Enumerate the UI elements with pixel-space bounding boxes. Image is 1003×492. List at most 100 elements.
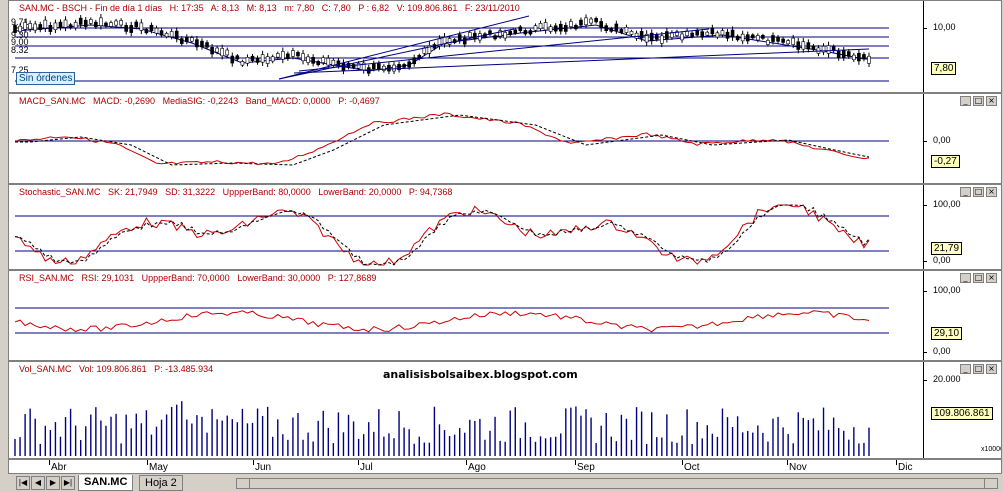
- current-price-badge: 7,80: [931, 62, 957, 75]
- candle-body: [594, 18, 598, 23]
- candle-body: [846, 51, 851, 57]
- pane-window-buttons: _ □ ×: [960, 364, 997, 374]
- axis-separator: [923, 362, 924, 458]
- maximize-icon[interactable]: □: [973, 96, 984, 106]
- candle-body: [114, 20, 118, 26]
- candle-body: [73, 22, 78, 29]
- minimize-icon[interactable]: _: [960, 187, 971, 197]
- scroll-right-icon[interactable]: [984, 478, 998, 489]
- prev-sheet-icon[interactable]: ◀: [31, 476, 45, 490]
- candle-body: [58, 21, 63, 28]
- minimize-icon[interactable]: _: [960, 96, 971, 106]
- close-icon[interactable]: ×: [986, 273, 997, 283]
- candle-body: [841, 50, 846, 58]
- candle-body: [705, 31, 710, 36]
- candle-body: [210, 47, 214, 55]
- tab-hoja-2[interactable]: Hoja 2: [139, 475, 183, 491]
- candle-body: [311, 57, 315, 64]
- candle-body: [735, 35, 740, 41]
- candle-body: [220, 48, 224, 57]
- candle-body: [23, 22, 27, 30]
- candle-body: [250, 55, 255, 61]
- candle-body: [852, 54, 856, 61]
- maximize-icon[interactable]: □: [973, 187, 984, 197]
- close-icon[interactable]: ×: [986, 96, 997, 106]
- candle-body: [589, 18, 593, 24]
- rsi-chart[interactable]: [9, 271, 923, 361]
- close-icon[interactable]: ×: [986, 364, 997, 374]
- candle-body: [599, 21, 603, 29]
- stochastic-chart[interactable]: [9, 185, 923, 270]
- minimize-icon[interactable]: _: [960, 273, 971, 283]
- price-pane[interactable]: SAN.MC - BSCH - Fin de día 1 días H: 17:…: [8, 0, 1002, 93]
- candle-body: [144, 29, 149, 34]
- candle-body: [63, 19, 68, 28]
- candle-body: [614, 23, 619, 31]
- candle-body: [629, 31, 634, 35]
- axis-separator: [923, 94, 924, 183]
- candle-body: [513, 29, 518, 34]
- macd-line: [14, 112, 870, 166]
- month-tick: [358, 460, 359, 465]
- candle-body: [200, 40, 204, 48]
- maximize-icon[interactable]: □: [973, 364, 984, 374]
- candle-body: [174, 30, 179, 39]
- axis-tick: [923, 380, 927, 381]
- candle-body: [700, 31, 705, 38]
- candle-body: [119, 20, 123, 26]
- candle-body: [624, 27, 629, 33]
- candle-body: [806, 42, 811, 50]
- candle-body: [801, 41, 806, 50]
- candle-body: [28, 23, 32, 30]
- next-sheet-icon[interactable]: ▶: [46, 476, 60, 490]
- candle-body: [185, 36, 189, 43]
- close-icon[interactable]: ×: [986, 187, 997, 197]
- pane-window-buttons: _ □ ×: [960, 273, 997, 283]
- first-sheet-icon[interactable]: |◀: [16, 476, 30, 490]
- current-macd-badge: -0,27: [931, 155, 960, 168]
- candle-body: [179, 38, 184, 44]
- scroll-left-icon[interactable]: [236, 478, 250, 489]
- candle-body: [83, 19, 88, 27]
- candle-body: [48, 25, 53, 32]
- current-stoch-badge: 21,79: [931, 242, 963, 255]
- axis-tick: [923, 291, 927, 292]
- candle-body: [725, 31, 730, 39]
- minimize-icon[interactable]: _: [960, 364, 971, 374]
- chart-application: SAN.MC - BSCH - Fin de día 1 días H: 17:…: [0, 0, 1003, 492]
- candle-body: [548, 26, 553, 32]
- last-sheet-icon[interactable]: ▶|: [61, 476, 75, 490]
- candle-body: [225, 49, 230, 56]
- axis-tick: [923, 28, 927, 29]
- stoch-d-line: [14, 204, 870, 266]
- month-label: Abr: [51, 462, 67, 473]
- tab-san-mc[interactable]: SAN.MC: [78, 475, 134, 491]
- macd-chart[interactable]: [9, 94, 923, 184]
- candle-body: [473, 32, 477, 40]
- macd-pane[interactable]: MACD_SAN.MC MACD: -0,2690 MediaSIG: -0,2…: [8, 93, 1002, 184]
- candle-body: [862, 54, 866, 60]
- candle-body: [124, 25, 128, 32]
- rsi-pane[interactable]: RSI_SAN.MC RSI: 29,1031 UppperBand: 70,0…: [8, 270, 1002, 361]
- candle-body: [326, 58, 331, 66]
- candle-body: [422, 47, 427, 54]
- candle-body: [275, 53, 280, 58]
- axis-tick: [923, 352, 927, 353]
- price-chart[interactable]: [9, 1, 923, 93]
- candle-body: [68, 24, 73, 29]
- month-tick: [147, 460, 148, 465]
- candle-body: [715, 32, 720, 38]
- horizontal-scrollbar[interactable]: [236, 478, 998, 489]
- maximize-icon[interactable]: □: [973, 273, 984, 283]
- candle-body: [286, 53, 290, 59]
- price-axis-label: 10,00: [933, 22, 956, 32]
- orders-badge[interactable]: Sin órdenes: [16, 72, 76, 85]
- stochastic-pane[interactable]: Stochastic_SAN.MC SK: 21,7949 SD: 31,322…: [8, 184, 1002, 270]
- candle-body: [695, 29, 699, 36]
- candle-body: [270, 56, 275, 62]
- month-tick: [575, 460, 576, 465]
- month-tick: [787, 460, 788, 465]
- candle-body: [690, 32, 694, 37]
- month-tick: [466, 460, 467, 465]
- candle-body: [710, 27, 715, 35]
